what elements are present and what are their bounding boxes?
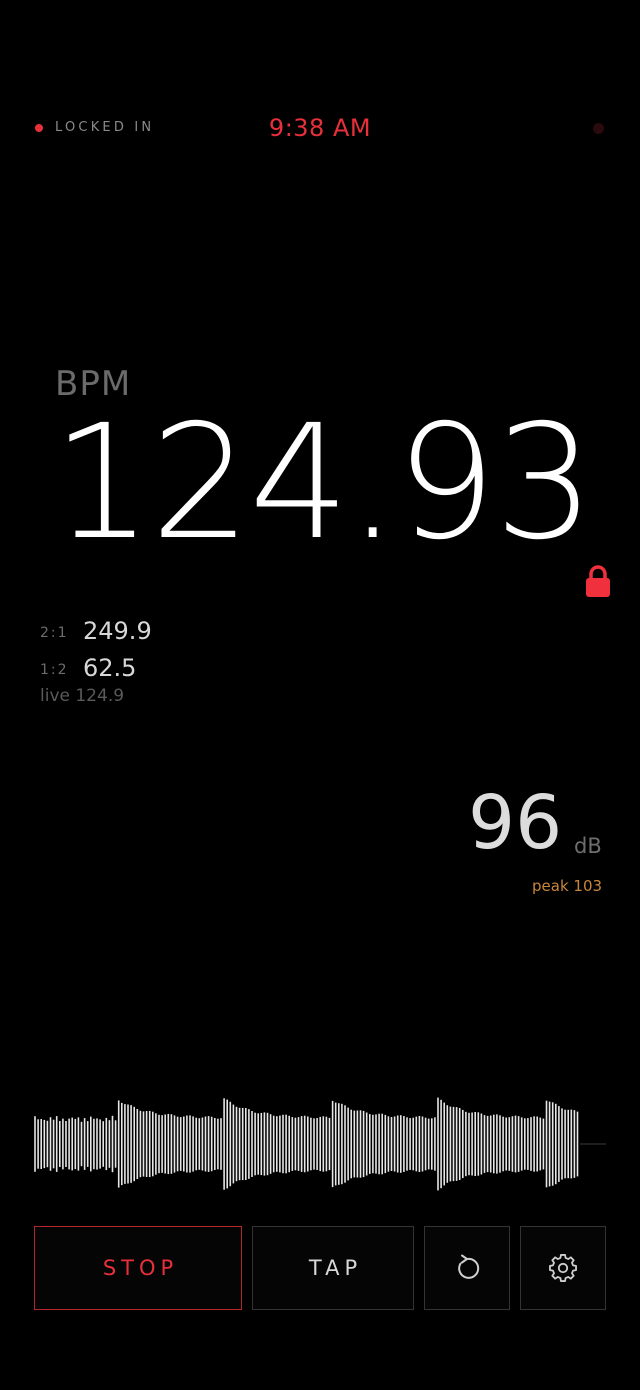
- settings-button[interactable]: [520, 1226, 606, 1310]
- recording-indicator: [593, 123, 604, 134]
- tap-button[interactable]: TAP: [252, 1226, 414, 1310]
- ratio-double-key: 2:1: [40, 625, 69, 641]
- gear-icon: [549, 1254, 577, 1282]
- waveform: [34, 1097, 606, 1191]
- reset-button[interactable]: [424, 1226, 510, 1310]
- ratio-double-value: 249.9: [83, 617, 152, 645]
- reset-icon: [458, 1254, 480, 1279]
- db-level-value: 96: [468, 780, 563, 866]
- lock-icon[interactable]: [585, 564, 611, 598]
- gear-outline: [549, 1254, 577, 1282]
- control-bar: STOP TAP: [0, 1226, 640, 1312]
- stop-button[interactable]: STOP: [34, 1226, 242, 1310]
- live-bpm: live 124.9: [40, 686, 125, 706]
- db-peak: peak 103: [532, 877, 603, 895]
- bpm-value: 124.93: [52, 391, 595, 575]
- ratio-half-key: 1:2: [40, 662, 69, 678]
- clock: 9:38 AM: [268, 114, 372, 142]
- status-bar: LOCKED IN 9:38 AM: [0, 112, 640, 144]
- stop-button-label: STOP: [102, 1256, 179, 1280]
- db-unit: dB: [574, 834, 602, 858]
- tap-button-label: TAP: [308, 1256, 363, 1280]
- ratio-half-value: 62.5: [83, 654, 137, 682]
